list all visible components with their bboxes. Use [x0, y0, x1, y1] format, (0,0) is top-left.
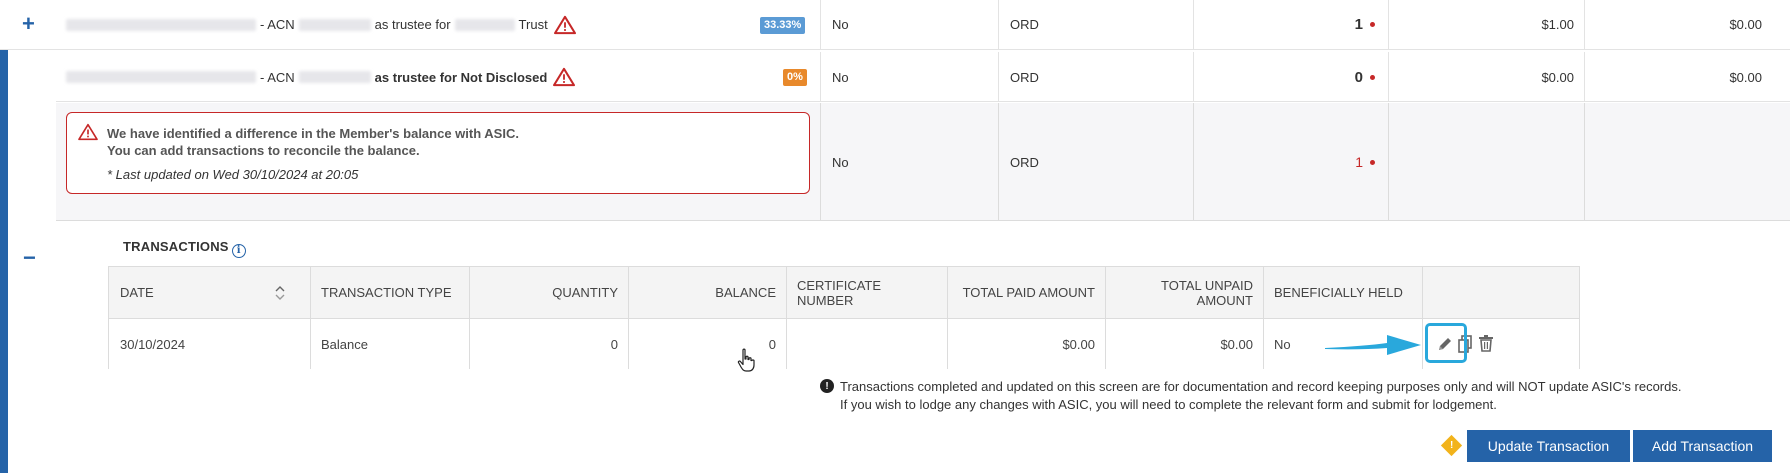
col-date[interactable]: DATE: [120, 267, 280, 318]
redacted-acn: [298, 71, 371, 83]
class-cell: ORD: [1010, 154, 1039, 170]
cell-transaction-type: Balance: [321, 336, 368, 352]
trustee-text: as trustee for: [374, 17, 451, 32]
trustee-text: as trustee for Not Disclosed: [374, 69, 548, 85]
quantity-cell: 1: [1193, 0, 1375, 49]
redacted-name: [66, 18, 256, 31]
update-transaction-button[interactable]: Update Transaction: [1467, 430, 1630, 462]
cell-total-paid: $0.00: [1062, 336, 1095, 352]
col-balance: BALANCE: [715, 285, 776, 300]
percentage-badge: 0%: [783, 69, 807, 86]
note-line-2: If you wish to lodge any changes with AS…: [840, 397, 1497, 412]
expand-plus-icon[interactable]: +: [22, 13, 35, 35]
warning-icon: [553, 15, 576, 34]
cell-total-unpaid: $0.00: [1220, 336, 1253, 352]
class-cell: ORD: [1010, 69, 1039, 85]
member-name-cell: - ACN as trustee for Trust: [66, 0, 810, 49]
member-name-cell: - ACN as trustee for Not Disclosed: [66, 52, 810, 102]
quantity-value: 1: [1354, 16, 1363, 33]
col-quantity: QUANTITY: [552, 285, 618, 300]
edit-highlight-box: [1425, 323, 1467, 363]
member-row-2-content: - ACN as trustee for Not Disclosed 0% No…: [0, 52, 1790, 102]
col-transaction-type: TRANSACTION TYPE: [321, 285, 452, 300]
paid-cell: $1.00: [1541, 17, 1574, 32]
quantity-value: 1: [1355, 154, 1363, 170]
unpaid-cell: $0.00: [1729, 17, 1762, 32]
beneficially-cell: No: [832, 69, 849, 85]
redacted-acn: [298, 18, 371, 31]
note-line-1: Transactions completed and updated on th…: [840, 379, 1682, 394]
arrow-pointer: [1325, 335, 1421, 355]
cell-quantity: 0: [610, 336, 618, 352]
quantity-cell: 1: [1193, 103, 1375, 221]
col-beneficially-held: BENEFICIALLY HELD: [1274, 285, 1403, 300]
cell-certificate: [797, 319, 937, 369]
acn-label: - ACN: [260, 69, 295, 85]
member-row-1: + - ACN as trustee for Trust 33.33% No O…: [0, 0, 1790, 50]
redacted-trust: [454, 18, 515, 31]
class-cell: ORD: [1010, 17, 1039, 32]
transactions-title: TRANSACTIONS i: [123, 239, 246, 258]
info-exclamation-icon: !: [820, 379, 834, 393]
cursor-hand-icon: [737, 348, 755, 372]
col-total-unpaid: TOTAL UNPAID AMOUNT: [1161, 277, 1253, 308]
beneficially-cell: No: [832, 17, 849, 32]
discrepancy-dot: [1370, 22, 1375, 27]
paid-cell: $0.00: [1541, 69, 1574, 85]
discrepancy-dot: [1370, 74, 1375, 80]
info-icon[interactable]: i: [231, 243, 246, 258]
percentage-badge: 33.33%: [760, 17, 806, 34]
beneficially-cell: No: [832, 154, 849, 170]
acn-label: - ACN: [260, 17, 295, 32]
redacted-name: [66, 71, 256, 83]
quantity-cell: 0: [1193, 52, 1375, 102]
col-total-paid: TOTAL PAID AMOUNT: [962, 285, 1095, 300]
transactions-title-text: TRANSACTIONS: [123, 239, 229, 254]
alert-row-cells: No ORD 1: [0, 103, 1790, 221]
collapse-minus-icon[interactable]: −: [23, 247, 36, 269]
discrepancy-dot: [1370, 159, 1375, 165]
quantity-value: 0: [1354, 68, 1363, 86]
col-certificate-number: CERTIFICATE NUMBER: [797, 277, 882, 308]
disclaimer-note: Transactions completed and updated on th…: [840, 378, 1681, 414]
alert-diamond-icon: !: [1440, 434, 1463, 457]
table-header: DATE TRANSACTION TYPE QUANTITY BALANCE C…: [109, 267, 1579, 319]
warning-icon: [553, 67, 576, 87]
trash-icon[interactable]: [1478, 334, 1494, 352]
add-transaction-button[interactable]: Add Transaction: [1633, 430, 1772, 462]
unpaid-cell: $0.00: [1729, 69, 1762, 85]
trust-suffix: Trust: [518, 17, 548, 32]
sort-icon[interactable]: [275, 285, 285, 301]
cell-date: 30/10/2024: [120, 336, 186, 352]
